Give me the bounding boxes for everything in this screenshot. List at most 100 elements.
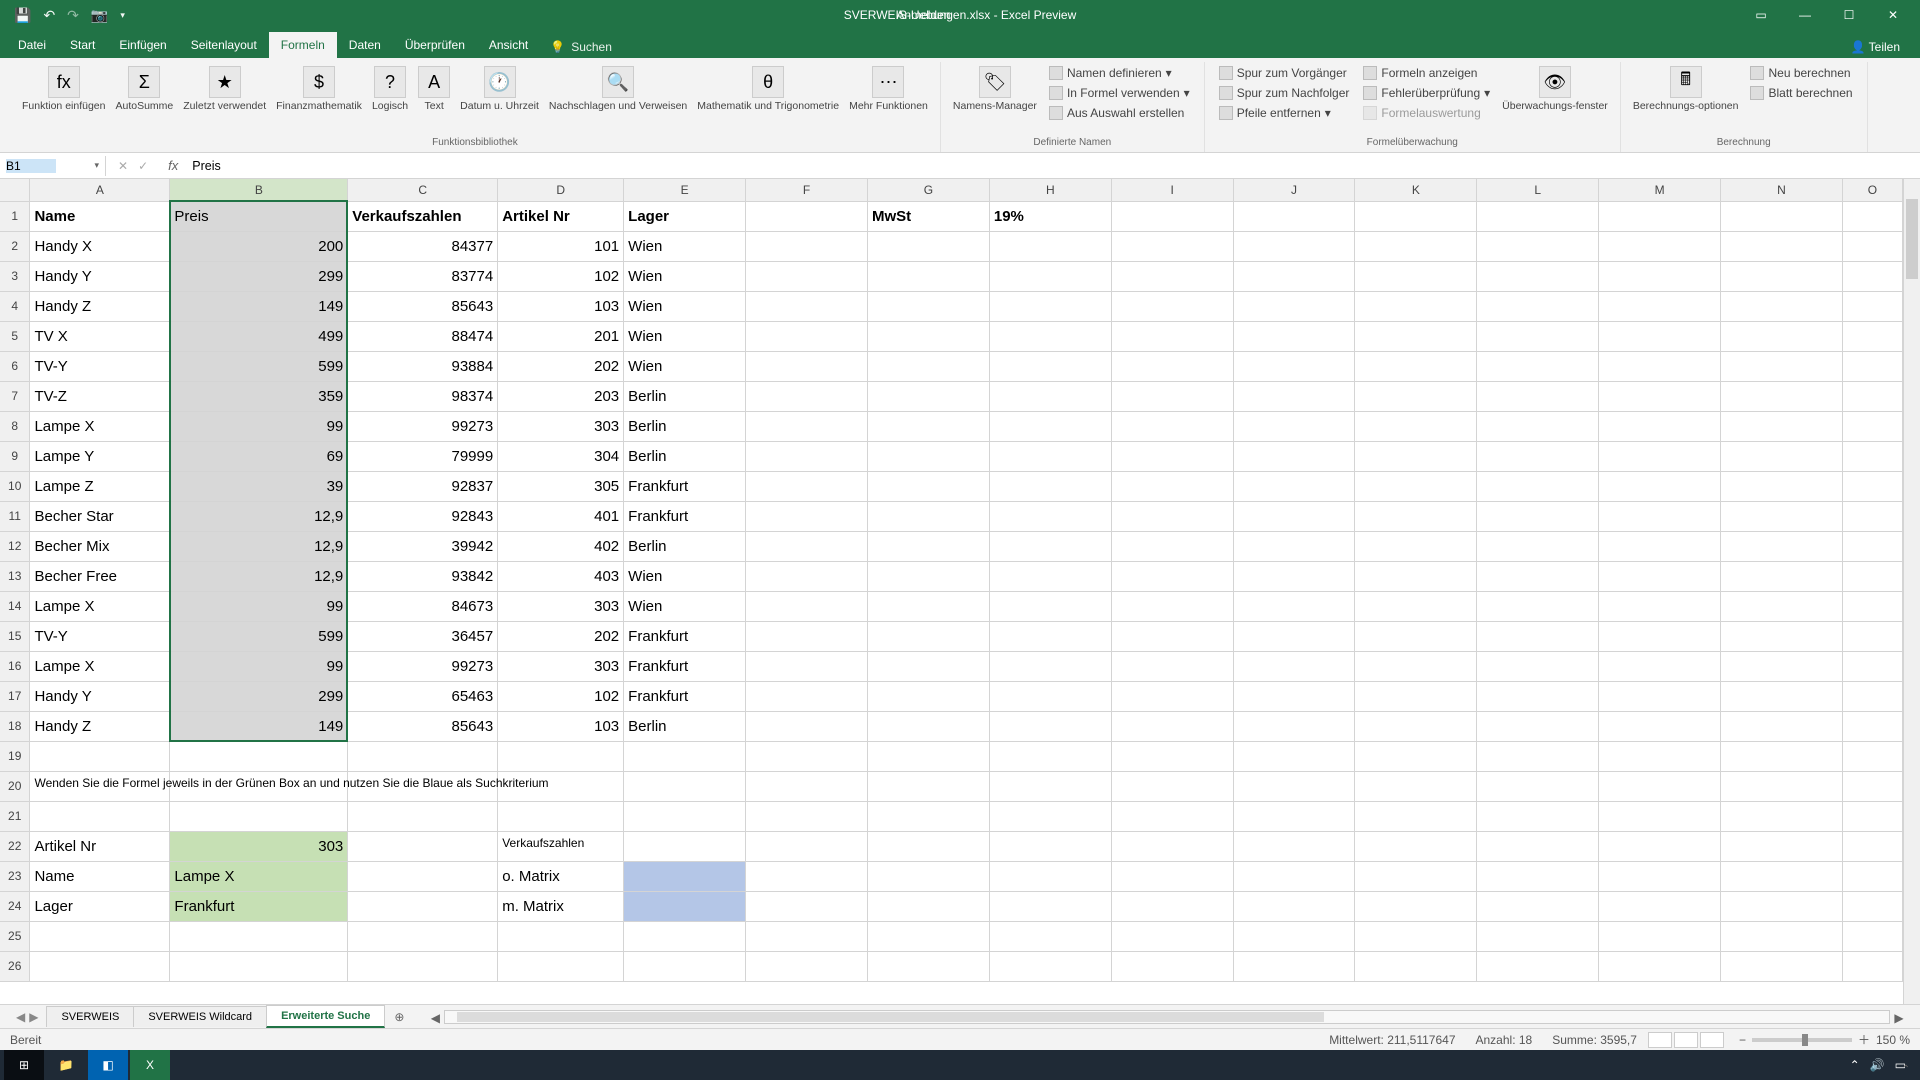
cell-G14[interactable] — [867, 591, 989, 621]
col-header-B[interactable]: B — [170, 179, 348, 201]
cell-O23[interactable] — [1842, 861, 1902, 891]
logical-button[interactable]: ?Logisch — [368, 64, 412, 114]
cell-M3[interactable] — [1599, 261, 1721, 291]
cell-E15[interactable]: Frankfurt — [624, 621, 746, 651]
cell-M13[interactable] — [1599, 561, 1721, 591]
cell-G5[interactable] — [867, 321, 989, 351]
col-header-N[interactable]: N — [1721, 179, 1843, 201]
evaluate-formula-button[interactable]: Formelauswertung — [1357, 104, 1496, 122]
cell-B17[interactable]: 299 — [170, 681, 348, 711]
error-check-button[interactable]: Fehlerüberprüfung ▾ — [1357, 84, 1496, 102]
row-header-22[interactable]: 22 — [0, 831, 30, 861]
cell-N14[interactable] — [1721, 591, 1843, 621]
cell-E26[interactable] — [624, 951, 746, 981]
zoom-out-button[interactable]: − — [1739, 1033, 1746, 1047]
cell-L24[interactable] — [1477, 891, 1599, 921]
cell-G25[interactable] — [867, 921, 989, 951]
cell-C23[interactable] — [348, 861, 498, 891]
row-header-6[interactable]: 6 — [0, 351, 30, 381]
row-header-19[interactable]: 19 — [0, 741, 30, 771]
tab-formeln[interactable]: Formeln — [269, 32, 337, 58]
cell-G4[interactable] — [867, 291, 989, 321]
cell-A1[interactable]: Name — [30, 201, 170, 231]
formula-input[interactable] — [186, 156, 1920, 176]
cell-M7[interactable] — [1599, 381, 1721, 411]
tab-datei[interactable]: Datei — [6, 32, 58, 58]
cell-B21[interactable] — [170, 801, 348, 831]
cell-I26[interactable] — [1111, 951, 1233, 981]
cell-J19[interactable] — [1233, 741, 1355, 771]
cell-D23[interactable]: o. Matrix — [498, 861, 624, 891]
cell-F15[interactable] — [746, 621, 868, 651]
cell-O5[interactable] — [1842, 321, 1902, 351]
cell-F26[interactable] — [746, 951, 868, 981]
close-icon[interactable]: ✕ — [1872, 0, 1914, 30]
share-button[interactable]: 👤 Teilen — [1841, 36, 1910, 58]
cell-K7[interactable] — [1355, 381, 1477, 411]
taskbar-explorer[interactable]: 📁 — [46, 1050, 86, 1080]
cell-L21[interactable] — [1477, 801, 1599, 831]
cell-F9[interactable] — [746, 441, 868, 471]
cell-K9[interactable] — [1355, 441, 1477, 471]
cell-C24[interactable] — [348, 891, 498, 921]
cell-D3[interactable]: 102 — [498, 261, 624, 291]
cell-E17[interactable]: Frankfurt — [624, 681, 746, 711]
cell-K12[interactable] — [1355, 531, 1477, 561]
cell-O9[interactable] — [1842, 441, 1902, 471]
cell-D13[interactable]: 403 — [498, 561, 624, 591]
taskbar-app[interactable]: ◧ — [88, 1050, 128, 1080]
cell-A20[interactable]: Wenden Sie die Formel jeweils in der Grü… — [30, 771, 170, 801]
cell-H16[interactable] — [989, 651, 1111, 681]
cell-J5[interactable] — [1233, 321, 1355, 351]
cell-L14[interactable] — [1477, 591, 1599, 621]
cell-K16[interactable] — [1355, 651, 1477, 681]
cell-I21[interactable] — [1111, 801, 1233, 831]
cell-K11[interactable] — [1355, 501, 1477, 531]
cell-J14[interactable] — [1233, 591, 1355, 621]
tab-seitenlayout[interactable]: Seitenlayout — [179, 32, 269, 58]
cell-H24[interactable] — [989, 891, 1111, 921]
row-header-24[interactable]: 24 — [0, 891, 30, 921]
cell-A3[interactable]: Handy Y — [30, 261, 170, 291]
name-box[interactable]: ▾ — [0, 156, 106, 176]
cell-K4[interactable] — [1355, 291, 1477, 321]
cell-G1[interactable]: MwSt — [867, 201, 989, 231]
cell-C13[interactable]: 93842 — [348, 561, 498, 591]
cell-O11[interactable] — [1842, 501, 1902, 531]
row-header-25[interactable]: 25 — [0, 921, 30, 951]
cell-C4[interactable]: 85643 — [348, 291, 498, 321]
cell-J8[interactable] — [1233, 411, 1355, 441]
cell-F8[interactable] — [746, 411, 868, 441]
cell-L20[interactable] — [1477, 771, 1599, 801]
trace-precedents-button[interactable]: Spur zum Vorgänger — [1213, 64, 1356, 82]
cell-E16[interactable]: Frankfurt — [624, 651, 746, 681]
cell-N26[interactable] — [1721, 951, 1843, 981]
tab-einfuegen[interactable]: Einfügen — [107, 32, 178, 58]
cell-H4[interactable] — [989, 291, 1111, 321]
cell-J20[interactable] — [1233, 771, 1355, 801]
cell-O20[interactable] — [1842, 771, 1902, 801]
normal-view-button[interactable] — [1648, 1032, 1672, 1048]
cell-B16[interactable]: 99 — [170, 651, 348, 681]
cell-C12[interactable]: 39942 — [348, 531, 498, 561]
cell-G15[interactable] — [867, 621, 989, 651]
define-name-button[interactable]: Namen definieren ▾ — [1043, 64, 1196, 82]
cell-N11[interactable] — [1721, 501, 1843, 531]
cell-J1[interactable] — [1233, 201, 1355, 231]
col-header-J[interactable]: J — [1233, 179, 1355, 201]
cell-H25[interactable] — [989, 921, 1111, 951]
cell-I7[interactable] — [1111, 381, 1233, 411]
cell-H8[interactable] — [989, 411, 1111, 441]
tell-me-search[interactable]: 💡Suchen — [540, 36, 622, 58]
math-button[interactable]: θMathematik und Trigonometrie — [693, 64, 843, 114]
cell-C8[interactable]: 99273 — [348, 411, 498, 441]
cell-B7[interactable]: 359 — [170, 381, 348, 411]
select-all-corner[interactable] — [0, 179, 30, 201]
cell-K1[interactable] — [1355, 201, 1477, 231]
cell-I12[interactable] — [1111, 531, 1233, 561]
cell-F10[interactable] — [746, 471, 868, 501]
cell-L10[interactable] — [1477, 471, 1599, 501]
cell-H15[interactable] — [989, 621, 1111, 651]
qat-dropdown-icon[interactable]: ▾ — [120, 10, 125, 21]
text-button[interactable]: AText — [414, 64, 454, 114]
